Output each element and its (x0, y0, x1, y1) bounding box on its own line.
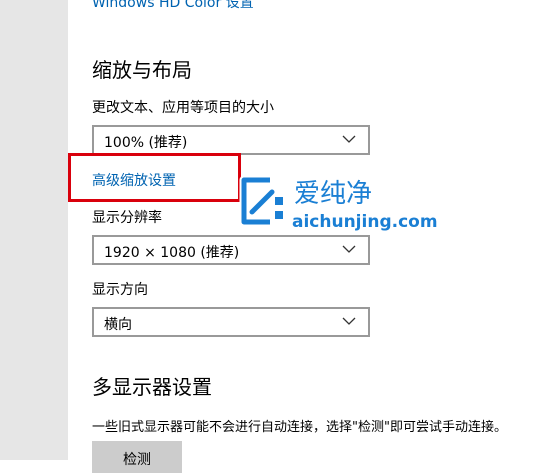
hd-color-settings-link[interactable]: Windows HD Color 设置 (92, 0, 254, 12)
orientation-dropdown-value: 横向 (104, 317, 132, 333)
multi-display-description: 一些旧式显示器可能不会进行自动连接，选择"检测"即可尝试手动连接。 (92, 420, 507, 435)
chevron-down-icon (342, 317, 356, 325)
watermark-url-text: aichunjing.com (292, 212, 438, 232)
detect-button[interactable]: 检测 (92, 441, 182, 473)
scale-dropdown-value: 100% (推荐) (104, 135, 188, 151)
highlight-annotation-box (68, 153, 241, 202)
orientation-label: 显示方向 (92, 282, 148, 298)
display-settings-main: Windows HD Color 设置 缩放与布局 更改文本、应用等项目的大小 … (68, 0, 558, 473)
chevron-down-icon (342, 135, 356, 143)
resolution-dropdown-value: 1920 × 1080 (推荐) (104, 245, 240, 261)
orientation-dropdown[interactable]: 横向 (92, 307, 370, 337)
text-size-label: 更改文本、应用等项目的大小 (92, 100, 274, 116)
chevron-down-icon (342, 245, 356, 253)
aichunjing-watermark: 爱纯净 aichunjing.com (239, 175, 439, 234)
scale-layout-heading: 缩放与布局 (92, 58, 192, 82)
watermark-chinese-text: 爱纯净 (294, 179, 372, 209)
multi-display-heading: 多显示器设置 (92, 375, 212, 399)
resolution-dropdown[interactable]: 1920 × 1080 (推荐) (92, 235, 370, 265)
settings-sidebar (0, 0, 68, 460)
scale-dropdown[interactable]: 100% (推荐) (92, 125, 370, 155)
detect-button-label: 检测 (123, 452, 151, 468)
resolution-label: 显示分辨率 (92, 210, 162, 226)
watermark-logo-icon (239, 175, 285, 227)
